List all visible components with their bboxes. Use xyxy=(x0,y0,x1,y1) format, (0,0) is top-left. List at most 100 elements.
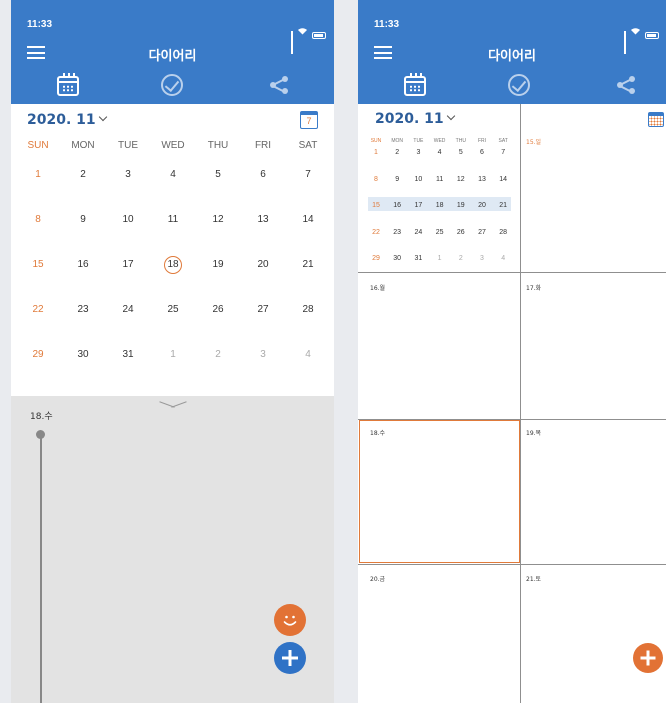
day-cell[interactable]: 27 xyxy=(474,229,490,236)
day-cell[interactable]: 28 xyxy=(495,229,511,236)
tab-todo[interactable] xyxy=(508,74,532,98)
day-cell[interactable]: 30 xyxy=(389,255,405,262)
day-cell[interactable]: 18 xyxy=(432,202,448,209)
day-cell[interactable]: 1 xyxy=(155,349,191,360)
check-circle-icon xyxy=(508,74,530,96)
day-cell[interactable]: 20 xyxy=(474,202,490,209)
tab-share[interactable] xyxy=(269,74,293,98)
tab-share[interactable] xyxy=(616,74,640,98)
day-cell[interactable]: 15 xyxy=(20,259,56,270)
day-cell[interactable]: 13 xyxy=(474,176,490,183)
chevron-down-icon[interactable] xyxy=(159,400,187,410)
day-cell[interactable]: 19 xyxy=(453,202,469,209)
month-selector[interactable]: 2020. 11 xyxy=(27,112,107,128)
day-cell[interactable]: 2 xyxy=(200,349,236,360)
day-cell[interactable]: 22 xyxy=(20,304,56,315)
day-cell-selected[interactable]: 18 xyxy=(155,256,191,274)
tab-calendar[interactable] xyxy=(57,73,81,98)
day-cell[interactable]: 16 xyxy=(389,202,405,209)
day-cell[interactable]: 1 xyxy=(432,255,448,262)
day-cell[interactable]: 12 xyxy=(453,176,469,183)
day-cell[interactable]: 31 xyxy=(110,349,146,360)
day-cell[interactable]: 8 xyxy=(20,214,56,225)
day-cell[interactable]: 4 xyxy=(290,349,326,360)
day-cell[interactable]: 26 xyxy=(453,229,469,236)
day-number: 30 xyxy=(393,255,402,262)
day-number: 17 xyxy=(414,202,423,209)
day-cell[interactable]: 25 xyxy=(432,229,448,236)
day-cell[interactable]: 11 xyxy=(155,214,191,225)
day-cell[interactable]: 7 xyxy=(495,149,511,156)
day-cell[interactable]: 24 xyxy=(110,304,146,315)
day-cell[interactable]: 6 xyxy=(245,169,281,180)
day-cell-tuesday[interactable]: 17.화 xyxy=(526,283,541,292)
day-cell-thursday[interactable]: 19.목 xyxy=(526,428,541,437)
day-cell[interactable]: 2 xyxy=(453,255,469,262)
day-cell[interactable]: 11 xyxy=(432,176,448,183)
day-cell[interactable]: 13 xyxy=(245,214,281,225)
day-number: 25 xyxy=(167,304,179,315)
day-cell[interactable]: 14 xyxy=(290,214,326,225)
day-cell-monday[interactable]: 16.월 xyxy=(370,283,385,292)
day-number: 2 xyxy=(395,149,400,156)
day-cell[interactable]: 17 xyxy=(410,202,426,209)
selected-day-cell[interactable] xyxy=(359,420,520,563)
day-cell[interactable]: 8 xyxy=(368,176,384,183)
day-cell[interactable]: 2 xyxy=(65,169,101,180)
day-cell[interactable]: 5 xyxy=(453,149,469,156)
day-cell[interactable]: 21 xyxy=(290,259,326,270)
day-cell[interactable]: 23 xyxy=(65,304,101,315)
day-cell-friday[interactable]: 20.금 xyxy=(370,574,385,583)
day-cell[interactable]: 10 xyxy=(110,214,146,225)
day-cell[interactable]: 24 xyxy=(410,229,426,236)
day-cell[interactable]: 17 xyxy=(110,259,146,270)
day-cell[interactable]: 30 xyxy=(65,349,101,360)
day-cell[interactable]: 3 xyxy=(410,149,426,156)
day-cell[interactable]: 12 xyxy=(200,214,236,225)
day-cell[interactable]: 16 xyxy=(65,259,101,270)
today-calendar-icon[interactable]: 7 xyxy=(300,111,318,129)
day-cell[interactable]: 14 xyxy=(495,176,511,183)
day-cell[interactable]: 3 xyxy=(110,169,146,180)
tab-todo[interactable] xyxy=(161,74,185,98)
day-cell[interactable]: 4 xyxy=(432,149,448,156)
day-cell[interactable]: 31 xyxy=(410,255,426,262)
day-cell[interactable]: 6 xyxy=(474,149,490,156)
tab-calendar[interactable] xyxy=(404,73,428,98)
calendar-grid-icon[interactable] xyxy=(648,112,664,127)
day-cell[interactable]: 3 xyxy=(474,255,490,262)
day-cell[interactable]: 29 xyxy=(20,349,56,360)
day-cell[interactable]: 1 xyxy=(20,169,56,180)
day-cell[interactable]: 15 xyxy=(368,202,384,209)
weekday-header: MON xyxy=(71,140,95,151)
day-cell[interactable]: 5 xyxy=(200,169,236,180)
add-entry-button[interactable] xyxy=(633,643,663,673)
day-cell[interactable]: 20 xyxy=(245,259,281,270)
day-cell[interactable]: 26 xyxy=(200,304,236,315)
day-cell[interactable]: 23 xyxy=(389,229,405,236)
day-cell-saturday[interactable]: 21.토 xyxy=(526,574,541,583)
day-cell[interactable]: 3 xyxy=(245,349,281,360)
phone-weekly-view: 11:33 다이어리 2020. 11 SUN MON TUE WED THU FRI SA… xyxy=(358,0,666,703)
day-cell-sunday[interactable]: 15.일 xyxy=(526,137,541,146)
grid-divider xyxy=(358,272,666,273)
day-cell[interactable]: 9 xyxy=(65,214,101,225)
day-cell[interactable]: 10 xyxy=(410,176,426,183)
month-selector[interactable]: 2020. 11 xyxy=(375,111,455,127)
day-cell[interactable]: 28 xyxy=(290,304,326,315)
day-cell[interactable]: 21 xyxy=(495,202,511,209)
add-entry-button[interactable] xyxy=(274,642,306,674)
day-cell[interactable]: 9 xyxy=(389,176,405,183)
mood-button[interactable] xyxy=(274,604,306,636)
day-cell[interactable]: 22 xyxy=(368,229,384,236)
day-cell-wednesday[interactable]: 18.수 xyxy=(370,428,385,437)
day-cell[interactable]: 27 xyxy=(245,304,281,315)
day-cell[interactable]: 2 xyxy=(389,149,405,156)
day-cell[interactable]: 29 xyxy=(368,255,384,262)
day-cell[interactable]: 7 xyxy=(290,169,326,180)
day-cell[interactable]: 4 xyxy=(495,255,511,262)
day-cell[interactable]: 19 xyxy=(200,259,236,270)
day-cell[interactable]: 1 xyxy=(368,149,384,156)
day-cell[interactable]: 25 xyxy=(155,304,191,315)
day-cell[interactable]: 4 xyxy=(155,169,191,180)
